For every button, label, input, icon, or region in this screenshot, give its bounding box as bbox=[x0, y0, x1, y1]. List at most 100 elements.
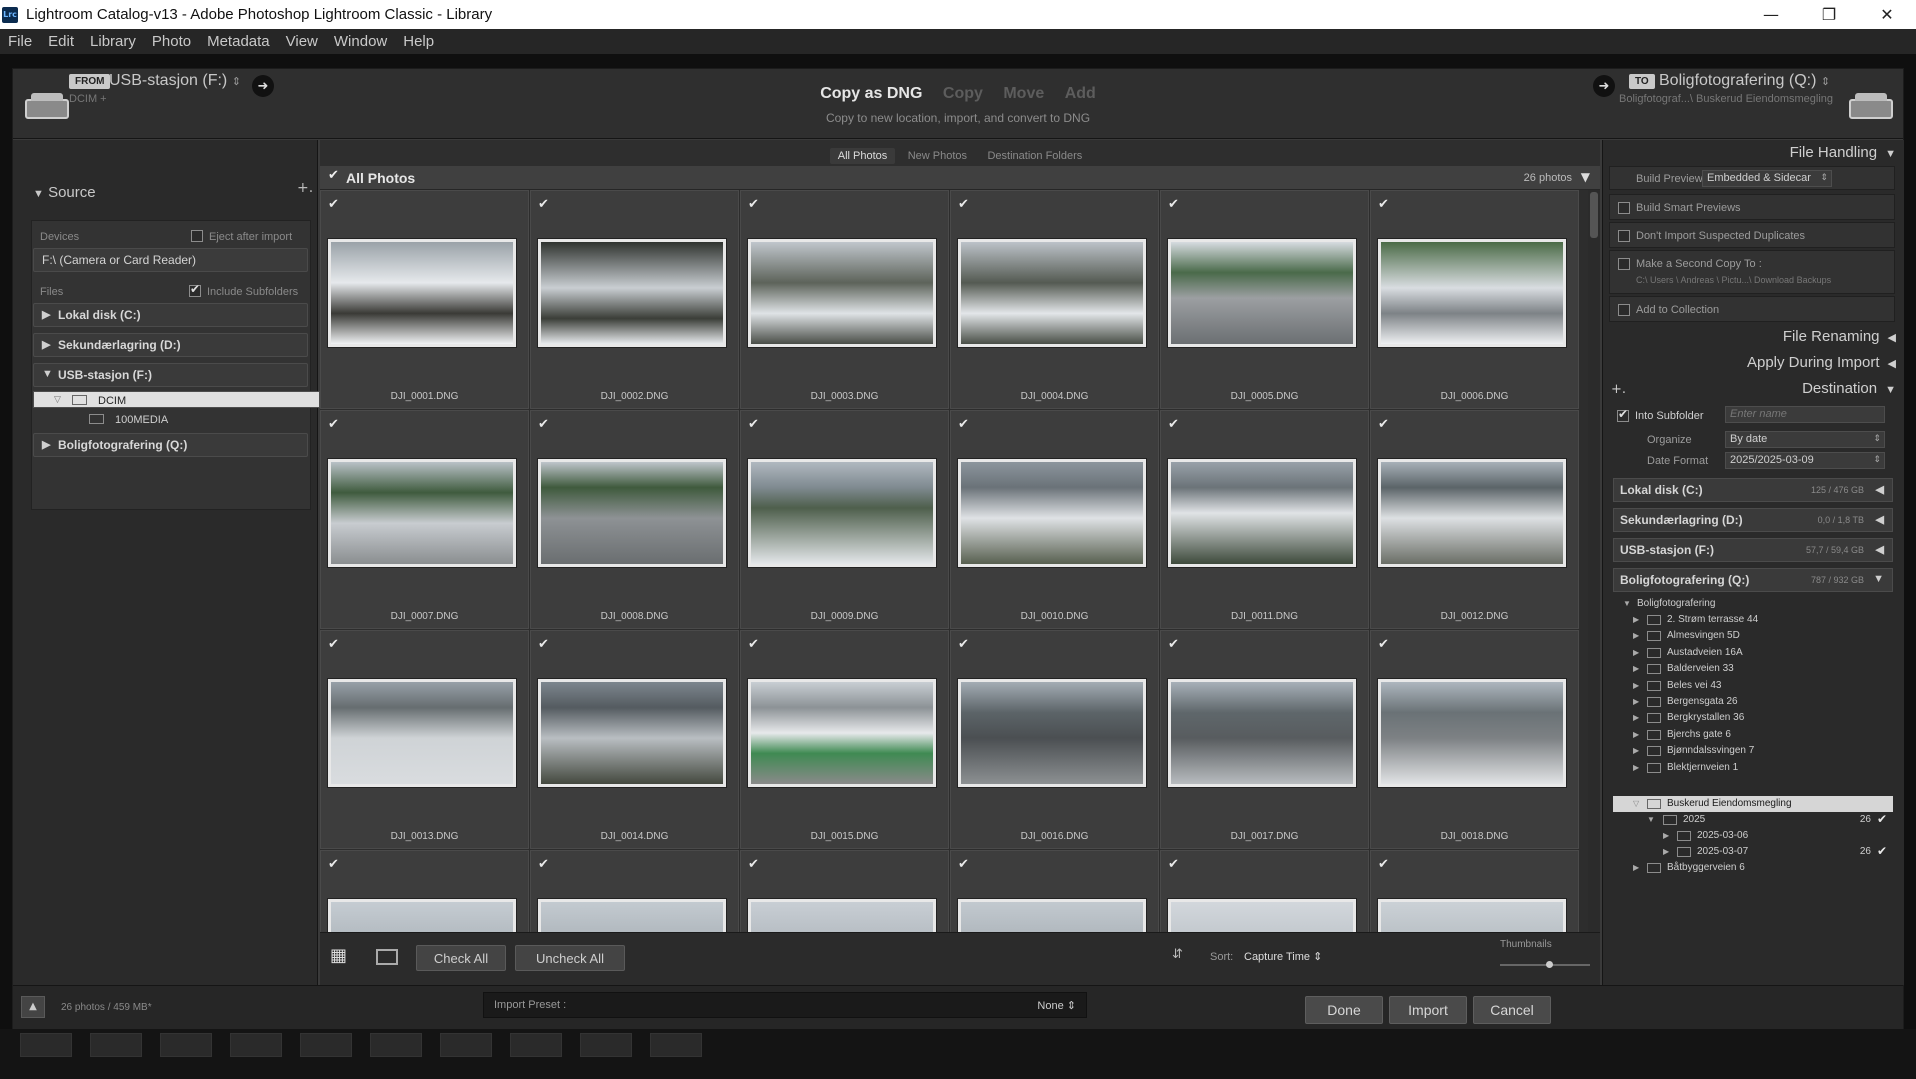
photo-checkbox[interactable]: ✔ bbox=[328, 197, 339, 212]
build-previews-select[interactable]: Embedded & Sidecar ⇕ bbox=[1702, 170, 1832, 187]
volume-boligfotografering[interactable]: ▶ Boligfotografering (Q:) bbox=[33, 433, 308, 457]
photo-thumbnail[interactable] bbox=[748, 239, 936, 347]
photo-thumbnail[interactable] bbox=[748, 679, 936, 787]
sort-direction-icon[interactable]: ⇵ bbox=[1172, 947, 1183, 962]
volume-sekundaerlagring[interactable]: ▶ Sekundærlagring (D:) bbox=[33, 333, 308, 357]
photo-cell[interactable]: ✔ bbox=[1160, 850, 1369, 932]
photo-thumbnail[interactable] bbox=[328, 239, 516, 347]
photo-checkbox[interactable]: ✔ bbox=[958, 417, 969, 432]
expand-triangle-icon[interactable]: ▶ bbox=[1633, 697, 1639, 706]
filmstrip-thumb[interactable] bbox=[580, 1033, 632, 1057]
expand-triangle-icon[interactable]: ▶ bbox=[1633, 730, 1639, 739]
dest-folder-item[interactable]: ▶ 2. Strøm terrasse 44 bbox=[1613, 612, 1893, 628]
photo-cell[interactable]: ✔ bbox=[950, 850, 1159, 932]
photo-thumbnail[interactable] bbox=[958, 239, 1146, 347]
add-destination-icon[interactable]: +. bbox=[1611, 382, 1626, 397]
photo-checkbox[interactable]: ✔ bbox=[1378, 197, 1389, 212]
dest-folder-item[interactable]: ▶ Bjerchs gate 6 bbox=[1613, 727, 1893, 743]
photo-thumbnail[interactable] bbox=[538, 679, 726, 787]
photo-checkbox[interactable]: ✔ bbox=[538, 197, 549, 212]
tab-all-photos[interactable]: All Photos bbox=[829, 148, 896, 164]
photo-checkbox[interactable]: ✔ bbox=[538, 637, 549, 652]
photo-thumbnail[interactable] bbox=[328, 459, 516, 567]
photo-thumbnail[interactable] bbox=[538, 239, 726, 347]
photo-checkbox[interactable]: ✔ bbox=[328, 417, 339, 432]
slider-handle[interactable] bbox=[1546, 961, 1553, 968]
photo-cell[interactable]: ✔ DJI_0012.DNG bbox=[1370, 410, 1579, 629]
include-subfolders-checkbox[interactable] bbox=[189, 282, 201, 297]
destination-header[interactable]: Destination ▼ bbox=[1802, 380, 1896, 397]
dest-drive-q[interactable]: Boligfotografering (Q:) 787 / 932 GB ▼ bbox=[1613, 568, 1893, 592]
photo-checkbox[interactable]: ✔ bbox=[1168, 197, 1179, 212]
photo-checkbox[interactable]: ✔ bbox=[1378, 637, 1389, 652]
eject-checkbox[interactable] bbox=[191, 230, 203, 242]
check-all-button[interactable]: Check All bbox=[416, 945, 506, 971]
second-copy-checkbox[interactable] bbox=[1618, 258, 1630, 270]
dest-folder-item[interactable]: ▶ Blektjernveien 1 bbox=[1613, 760, 1893, 776]
expand-triangle-icon[interactable]: ▶ bbox=[1633, 746, 1639, 755]
dest-folder-2025-03-07[interactable]: ▶ 2025-03-07 26 ✔ bbox=[1613, 844, 1893, 860]
dest-folder-item[interactable]: ▶ Austadveien 16A bbox=[1613, 645, 1893, 661]
sort-select[interactable]: Capture Time ⇕ bbox=[1244, 950, 1322, 963]
all-photos-checkbox[interactable]: ✔ bbox=[328, 168, 339, 183]
expand-triangle-icon[interactable]: ▶ bbox=[1633, 681, 1639, 690]
grid-scrollbar[interactable] bbox=[1588, 190, 1600, 932]
folder-100media[interactable]: 100MEDIA bbox=[33, 411, 320, 429]
cancel-button[interactable]: Cancel bbox=[1473, 996, 1551, 1024]
smart-previews-checkbox[interactable] bbox=[1618, 202, 1630, 214]
photo-cell[interactable]: ✔ DJI_0016.DNG bbox=[950, 630, 1159, 849]
photo-cell[interactable]: ✔ DJI_0002.DNG bbox=[530, 190, 739, 409]
photo-thumbnail[interactable] bbox=[328, 679, 516, 787]
photo-checkbox[interactable]: ✔ bbox=[328, 637, 339, 652]
photo-cell[interactable]: ✔ DJI_0008.DNG bbox=[530, 410, 739, 629]
dest-drive-d[interactable]: Sekundærlagring (D:) 0,0 / 1,8 TB ◀ bbox=[1613, 508, 1893, 532]
photo-cell[interactable]: ✔ DJI_0006.DNG bbox=[1370, 190, 1579, 409]
mode-copy[interactable]: Copy bbox=[943, 85, 983, 102]
import-preset-bar[interactable]: Import Preset : None ⇕ bbox=[483, 992, 1087, 1018]
into-subfolder-checkbox[interactable] bbox=[1617, 407, 1629, 422]
mode-move[interactable]: Move bbox=[1003, 85, 1044, 102]
photo-cell[interactable]: ✔ bbox=[530, 850, 739, 932]
photo-checkbox[interactable]: ✔ bbox=[748, 197, 759, 212]
subfolder-name-input[interactable]: Enter name bbox=[1725, 406, 1885, 423]
filmstrip-thumb[interactable] bbox=[370, 1033, 422, 1057]
photo-checkbox[interactable]: ✔ bbox=[958, 857, 969, 872]
restore-icon[interactable]: ❐ bbox=[1800, 0, 1858, 29]
photo-cell[interactable]: ✔ DJI_0005.DNG bbox=[1160, 190, 1369, 409]
photo-thumbnail[interactable] bbox=[1168, 239, 1356, 347]
photo-cell[interactable]: ✔ DJI_0017.DNG bbox=[1160, 630, 1369, 849]
photo-checkbox[interactable]: ✔ bbox=[328, 857, 339, 872]
dest-drive-c[interactable]: Lokal disk (C:) 125 / 476 GB ◀ bbox=[1613, 478, 1893, 502]
photo-cell[interactable]: ✔ DJI_0014.DNG bbox=[530, 630, 739, 849]
photo-checkbox[interactable]: ✔ bbox=[748, 417, 759, 432]
menu-library[interactable]: Library bbox=[82, 33, 144, 50]
photo-thumbnail[interactable] bbox=[538, 459, 726, 567]
photo-cell[interactable]: ✔ bbox=[740, 850, 949, 932]
expand-triangle-icon[interactable]: ▶ bbox=[1633, 763, 1639, 772]
photo-cell[interactable]: ✔ DJI_0009.DNG bbox=[740, 410, 949, 629]
destination-path[interactable]: Boligfotograf...\ Buskerud Eiendomsmegli… bbox=[1619, 93, 1833, 105]
tab-destination-folders[interactable]: Destination Folders bbox=[979, 148, 1090, 164]
photo-cell[interactable]: ✔ DJI_0001.DNG bbox=[320, 190, 529, 409]
folder-dcim[interactable]: ▽ DCIM bbox=[33, 391, 320, 408]
photo-cell[interactable]: ✔ bbox=[320, 850, 529, 932]
expand-triangle-icon[interactable]: ▶ bbox=[1633, 648, 1639, 657]
dest-folder-2025-03-06[interactable]: ▶ 2025-03-06 bbox=[1613, 828, 1893, 844]
photo-checkbox[interactable]: ✔ bbox=[748, 857, 759, 872]
import-preset-select[interactable]: None ⇕ bbox=[1037, 999, 1076, 1012]
photo-thumbnail[interactable] bbox=[1168, 899, 1356, 932]
photo-thumbnail[interactable] bbox=[1378, 459, 1566, 567]
tab-new-photos[interactable]: New Photos bbox=[900, 148, 975, 164]
file-handling-header[interactable]: File Handling ▼ bbox=[1790, 144, 1896, 161]
expand-triangle-icon[interactable]: ▶ bbox=[1633, 664, 1639, 673]
apply-during-import-header[interactable]: Apply During Import ◀ bbox=[1747, 354, 1896, 371]
done-button[interactable]: Done bbox=[1305, 996, 1383, 1024]
import-button[interactable]: Import bbox=[1389, 996, 1467, 1024]
photo-checkbox[interactable]: ✔ bbox=[1168, 857, 1179, 872]
photo-checkbox[interactable]: ✔ bbox=[1378, 857, 1389, 872]
menu-window[interactable]: Window bbox=[326, 33, 395, 50]
dest-folder-selected[interactable]: ▽ Buskerud Eiendomsmegling bbox=[1613, 796, 1893, 812]
menu-view[interactable]: View bbox=[278, 33, 326, 50]
photo-thumbnail[interactable] bbox=[538, 899, 726, 932]
collapse-triangle-icon[interactable]: ▼ bbox=[1581, 170, 1590, 184]
